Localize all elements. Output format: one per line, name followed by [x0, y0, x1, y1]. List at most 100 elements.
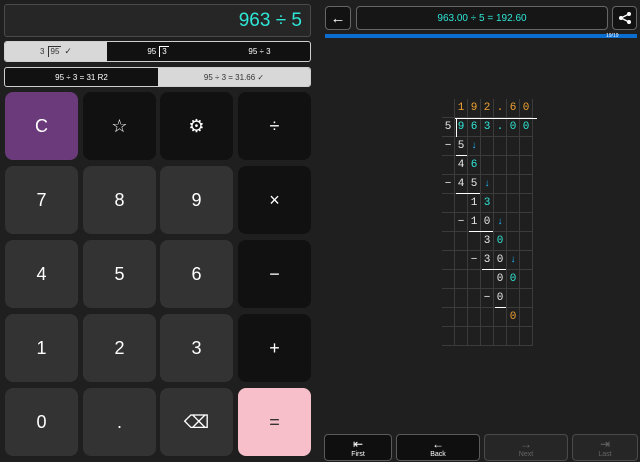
- step-digit: 0: [494, 289, 507, 308]
- step-digit: 1: [468, 194, 481, 213]
- step-progress-bar: [325, 34, 637, 38]
- digit-8-button[interactable]: 8: [83, 166, 156, 234]
- grid-cell: [507, 137, 520, 156]
- step-digit: 6: [468, 156, 481, 175]
- next-step-button[interactable]: → Next: [484, 434, 568, 461]
- first-step-button[interactable]: ⇤ First: [324, 434, 392, 461]
- tab-dividend: 95: [47, 46, 62, 57]
- digit-1-button[interactable]: 1: [5, 314, 78, 382]
- bring-down-arrow-icon: ↓: [494, 213, 507, 232]
- division-bracket-side: [456, 118, 457, 137]
- step-digit: 3: [481, 232, 494, 251]
- back-arrow-icon[interactable]: ←: [325, 6, 351, 30]
- grid-cell: [442, 327, 455, 346]
- skip-first-icon: ⇤: [352, 436, 364, 451]
- tab-long-division-reverse[interactable]: 95 3: [107, 42, 209, 61]
- grid-cell: [494, 175, 507, 194]
- digit-3-button[interactable]: 3: [160, 314, 233, 382]
- grid-cell: [520, 289, 533, 308]
- grid-cell: [520, 308, 533, 327]
- multiply-button[interactable]: ×: [238, 166, 311, 234]
- favorite-star-icon[interactable]: ☆: [83, 92, 156, 160]
- digit-9-button[interactable]: 9: [160, 166, 233, 234]
- grid-cell: [507, 213, 520, 232]
- divisor-digit: 5: [442, 118, 455, 137]
- equals-button[interactable]: =: [238, 388, 311, 456]
- grid-cell: [520, 213, 533, 232]
- skip-last-icon: ⇥: [599, 436, 611, 451]
- backspace-icon[interactable]: ⌫: [160, 388, 233, 456]
- step-digit: 0: [494, 270, 507, 289]
- minus-sign: −: [481, 289, 494, 308]
- last-step-button[interactable]: ⇥ Last: [572, 434, 638, 461]
- quotient-digit: 2: [481, 99, 494, 118]
- grid-cell: [468, 289, 481, 308]
- digit-6-button[interactable]: 6: [160, 240, 233, 308]
- grid-cell: [442, 194, 455, 213]
- grid-cell: [520, 194, 533, 213]
- minus-sign: −: [442, 137, 455, 156]
- step-digit: 0: [507, 270, 520, 289]
- grid-cell: [442, 308, 455, 327]
- bring-down-arrow-icon: ↓: [468, 137, 481, 156]
- quotient-digit: 9: [468, 99, 481, 118]
- tab-inline-division[interactable]: 95 ÷ 3: [209, 42, 310, 61]
- dividend-digit: .: [494, 118, 507, 137]
- last-label: Last: [598, 450, 612, 458]
- divide-button[interactable]: ÷: [238, 92, 311, 160]
- tab-remainder-result[interactable]: 95 ÷ 3 = 31 R2: [5, 68, 158, 86]
- back-step-button[interactable]: ← Back: [396, 434, 480, 461]
- tab-decimal-result[interactable]: 95 ÷ 3 = 31.66 ✓: [158, 68, 310, 86]
- plus-button[interactable]: +: [238, 314, 311, 382]
- grid-cell: [481, 308, 494, 327]
- grid-cell: [455, 194, 468, 213]
- grid-cell: [468, 327, 481, 346]
- dividend-digit: 0: [507, 118, 520, 137]
- digit-2-button[interactable]: 2: [83, 314, 156, 382]
- grid-cell: [507, 156, 520, 175]
- subtraction-rule: [495, 307, 506, 308]
- grid-cell: [468, 232, 481, 251]
- grid-cell: [481, 270, 494, 289]
- grid-cell: [481, 327, 494, 346]
- grid-cell: [442, 289, 455, 308]
- digit-0-button[interactable]: 0: [5, 388, 78, 456]
- result-summary: 963.00 ÷ 5 = 192.60: [356, 6, 608, 30]
- step-counter: 19/19: [606, 33, 619, 39]
- grid-cell: [455, 232, 468, 251]
- quotient-digit: 0: [520, 99, 533, 118]
- next-label: Next: [518, 450, 534, 458]
- grid-cell: [507, 175, 520, 194]
- decimal-point-button[interactable]: .: [83, 388, 156, 456]
- settings-gear-icon[interactable]: ⚙: [160, 92, 233, 160]
- tab-divisor: 3: [40, 47, 45, 56]
- dividend-digit: 6: [468, 118, 481, 137]
- right-arrow-icon: →: [520, 436, 532, 451]
- minus-button[interactable]: −: [238, 240, 311, 308]
- tab-divisor: 3: [159, 46, 169, 57]
- bring-down-arrow-icon: ↓: [507, 251, 520, 270]
- share-icon[interactable]: [612, 6, 637, 30]
- step-digit: 3: [481, 194, 494, 213]
- selected-check-icon: ✓: [64, 46, 72, 56]
- grid-cell: [481, 156, 494, 175]
- grid-cell: [442, 251, 455, 270]
- grid-cell: [494, 308, 507, 327]
- grid-cell: [442, 270, 455, 289]
- step-digit: 5: [455, 137, 468, 156]
- bring-down-arrow-icon: ↓: [481, 175, 494, 194]
- digit-5-button[interactable]: 5: [83, 240, 156, 308]
- grid-cell: [507, 327, 520, 346]
- digit-7-button[interactable]: 7: [5, 166, 78, 234]
- dividend-digit: 0: [520, 118, 533, 137]
- clear-button[interactable]: C: [5, 92, 78, 160]
- quotient-digit: .: [494, 99, 507, 118]
- digit-4-button[interactable]: 4: [5, 240, 78, 308]
- back-label: Back: [430, 450, 446, 458]
- left-arrow-icon: ←: [432, 436, 444, 451]
- tab-long-division-bracket[interactable]: 3 95 ✓: [5, 42, 107, 61]
- format-tabs-top: 3 95 ✓ 95 3 95 ÷ 3: [4, 41, 311, 62]
- minus-sign: −: [468, 251, 481, 270]
- expression-display: 963 ÷ 5: [4, 4, 311, 37]
- quotient-digit: 6: [507, 99, 520, 118]
